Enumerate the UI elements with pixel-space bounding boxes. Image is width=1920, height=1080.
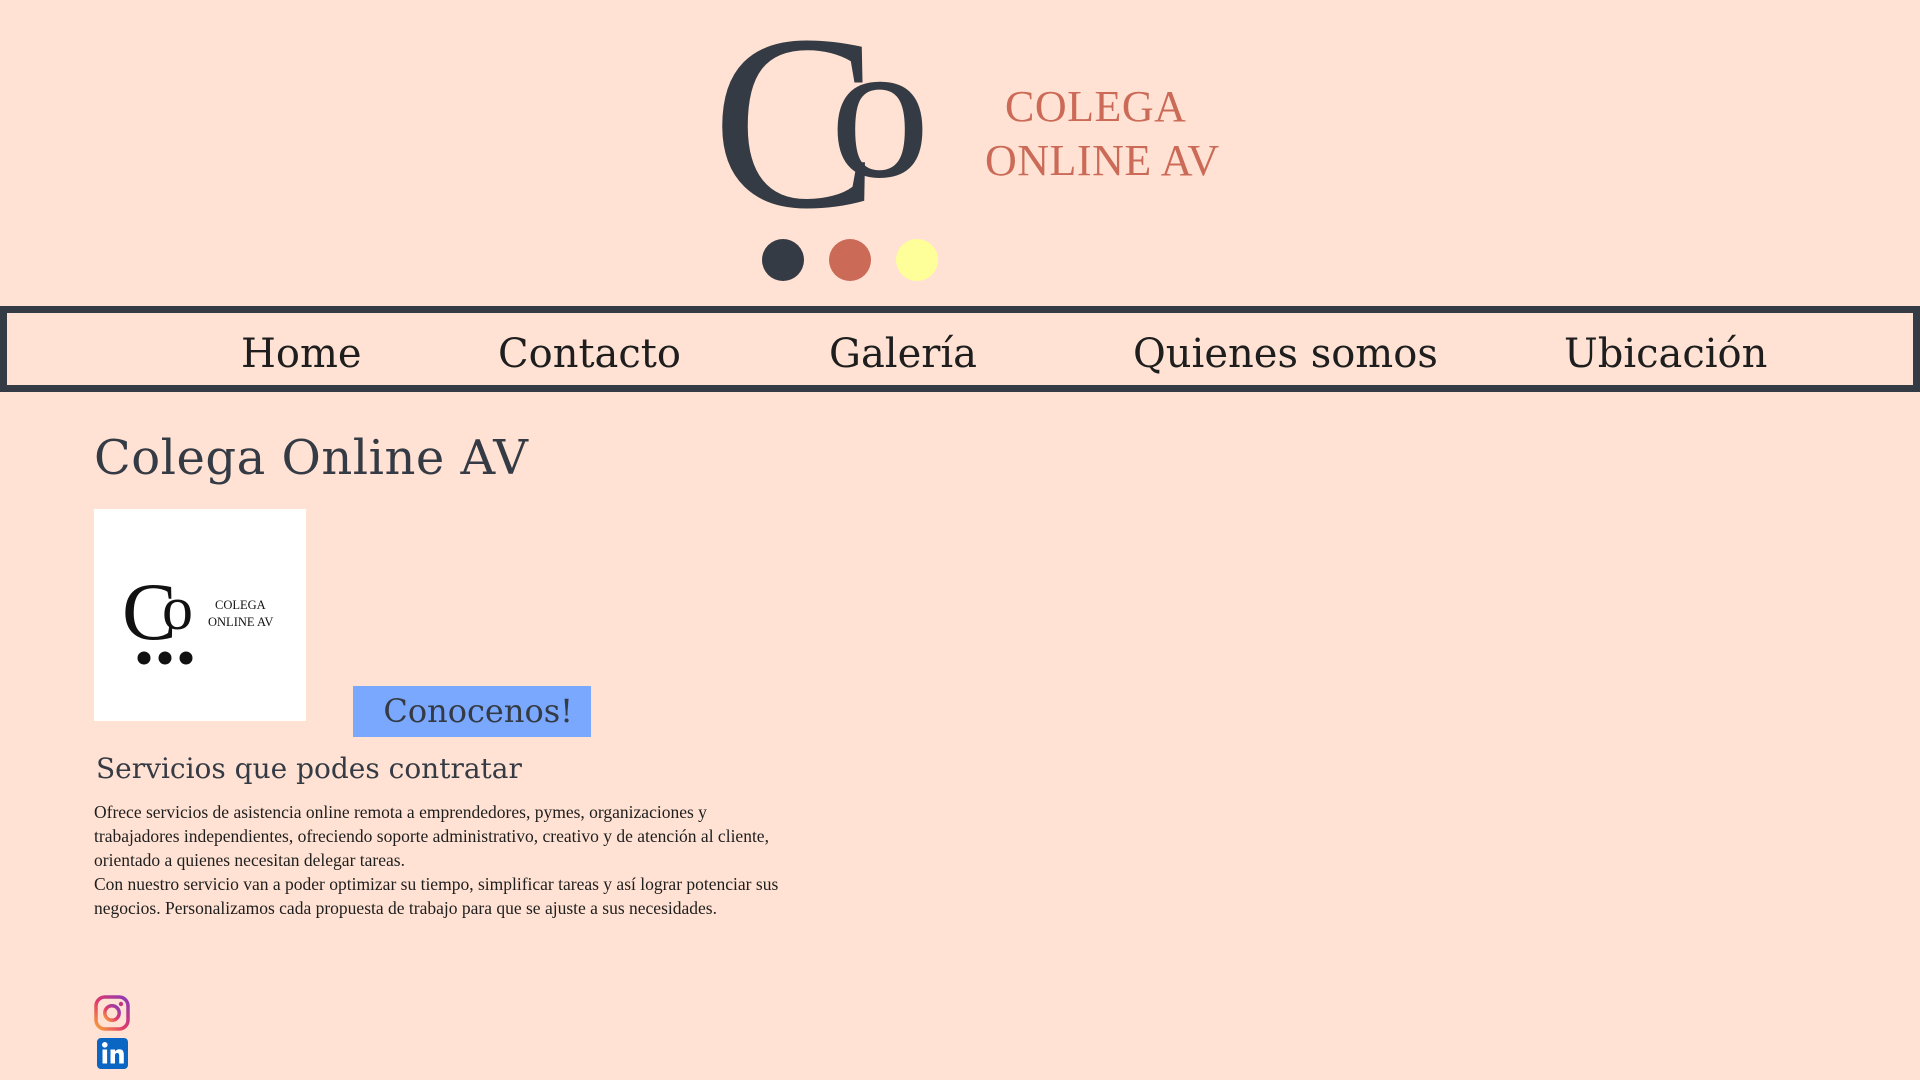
services-paragraph-1: Ofrece servicios de asistencia online re…: [94, 802, 769, 870]
linkedin-icon[interactable]: [94, 1035, 130, 1071]
header-logo[interactable]: C o COLEGA ONLINE AV: [720, 14, 1220, 284]
nav-ubicacion[interactable]: Ubicación: [1564, 331, 1767, 377]
page-title: Colega Online AV: [94, 430, 529, 486]
nav-home[interactable]: Home: [241, 331, 362, 377]
logo-dot-dark: [762, 239, 804, 281]
svg-text:o: o: [162, 575, 193, 643]
services-description: Ofrece servicios de asistencia online re…: [94, 800, 784, 920]
thumbnail-logo-mark: C o: [122, 566, 193, 665]
main-nav: Home Contacto Galería Quienes somos Ubic…: [0, 306, 1920, 392]
logo-wordmark: COLEGA ONLINE AV: [985, 80, 1220, 188]
svg-text:o: o: [830, 14, 930, 220]
services-paragraph-2: Con nuestro servicio van a poder optimiz…: [94, 874, 779, 918]
thumbnail-line-1: COLEGA: [215, 598, 266, 612]
services-heading: Servicios que podes contratar: [96, 752, 522, 785]
logo-dot-terracotta: [829, 239, 871, 281]
instagram-icon[interactable]: [94, 995, 130, 1031]
logo-mark: C o: [720, 14, 938, 281]
thumbnail-line-2: ONLINE AV: [208, 615, 274, 629]
nav-quienes-somos[interactable]: Quienes somos: [1133, 331, 1438, 377]
logo-line-2: ONLINE AV: [985, 136, 1220, 185]
conocenos-button[interactable]: Conocenos!: [353, 686, 591, 737]
logo-dot-yellow: [896, 239, 938, 281]
nav-galeria[interactable]: Galería: [829, 331, 977, 377]
logo-line-1: COLEGA: [1005, 82, 1187, 131]
thumbnail-wordmark: COLEGA ONLINE AV: [208, 597, 273, 631]
nav-contacto[interactable]: Contacto: [498, 331, 681, 377]
logo-thumbnail: C o COLEGA ONLINE AV: [94, 509, 306, 721]
